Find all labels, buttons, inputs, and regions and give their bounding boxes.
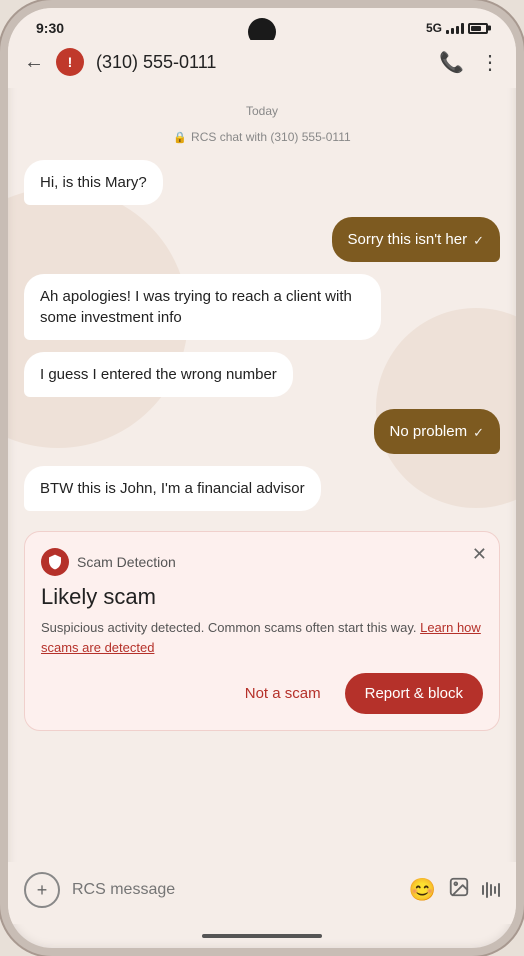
alert-icon: ! (56, 48, 84, 76)
add-attachment-button[interactable]: + (24, 872, 60, 908)
more-options-button[interactable]: ⋮ (480, 50, 500, 75)
incoming-bubble: Ah apologies! I was trying to reach a cl… (24, 274, 381, 340)
message-row: Sorry this isn't her ✓ (24, 217, 500, 262)
outgoing-bubble: No problem ✓ (374, 409, 500, 454)
checkmark-icon: ✓ (473, 232, 484, 250)
scam-description: Suspicious activity detected. Common sca… (41, 618, 483, 657)
voice-waveform-button[interactable] (482, 882, 500, 898)
home-indicator (202, 934, 322, 938)
message-text: No problem (390, 421, 468, 442)
status-indicators: 5G (426, 21, 488, 35)
lock-icon: 🔒 (173, 131, 187, 144)
emoji-button[interactable]: 😊 (409, 877, 436, 903)
checkmark-icon: ✓ (473, 424, 484, 442)
image-button[interactable] (448, 876, 470, 904)
rcs-label: 🔒 RCS chat with (310) 555-0111 (24, 130, 500, 144)
plus-icon: + (37, 880, 48, 901)
message-input[interactable] (72, 881, 397, 899)
message-row: Ah apologies! I was trying to reach a cl… (24, 274, 500, 340)
scam-title: Likely scam (41, 584, 483, 610)
back-button[interactable]: ← (24, 51, 44, 74)
scam-card-header: Scam Detection ✕ (41, 548, 483, 576)
incoming-bubble: I guess I entered the wrong number (24, 352, 293, 397)
scam-description-text: Suspicious activity detected. Common sca… (41, 620, 416, 635)
outgoing-bubble: Sorry this isn't her ✓ (332, 217, 500, 262)
message-text: Hi, is this Mary? (40, 174, 147, 191)
header-actions: 📞 ⋮ (439, 50, 500, 75)
not-a-scam-button[interactable]: Not a scam (233, 677, 333, 710)
report-and-block-button[interactable]: Report & block (345, 673, 483, 714)
scam-shield-icon (41, 548, 69, 576)
waveform-icon (482, 882, 500, 898)
input-bar: + 😊 (8, 862, 516, 924)
battery-fill (471, 26, 481, 31)
message-text: BTW this is John, I'm a financial adviso… (40, 480, 305, 497)
message-text: Sorry this isn't her (348, 229, 468, 250)
message-row: BTW this is John, I'm a financial adviso… (24, 466, 500, 511)
message-row: I guess I entered the wrong number (24, 352, 500, 397)
phone-frame: 9:30 5G ← ! (310) 555-0111 📞 ⋮ Today 🔒 R… (0, 0, 524, 956)
scam-close-button[interactable]: ✕ (472, 544, 487, 565)
scam-actions: Not a scam Report & block (41, 673, 483, 714)
app-header: ← ! (310) 555-0111 📞 ⋮ (8, 40, 516, 88)
scam-detection-label: Scam Detection (77, 554, 176, 570)
scam-detection-card: Scam Detection ✕ Likely scam Suspicious … (24, 531, 500, 731)
signal-bars (446, 22, 464, 34)
rcs-label-text: RCS chat with (310) 555-0111 (191, 130, 351, 144)
status-bar: 9:30 5G (8, 8, 516, 40)
date-separator: Today (24, 104, 500, 118)
contact-number: (310) 555-0111 (96, 52, 427, 73)
incoming-bubble: BTW this is John, I'm a financial adviso… (24, 466, 321, 511)
message-text: Ah apologies! I was trying to reach a cl… (40, 288, 352, 326)
incoming-bubble: Hi, is this Mary? (24, 160, 163, 205)
message-row: No problem ✓ (24, 409, 500, 454)
network-type: 5G (426, 21, 442, 35)
message-row: Hi, is this Mary? (24, 160, 500, 205)
status-time: 9:30 (36, 20, 64, 36)
message-text: I guess I entered the wrong number (40, 366, 277, 383)
home-bar (8, 924, 516, 948)
battery-icon (468, 23, 488, 34)
phone-button[interactable]: 📞 (439, 50, 464, 75)
chat-area: Today 🔒 RCS chat with (310) 555-0111 Hi,… (8, 88, 516, 862)
